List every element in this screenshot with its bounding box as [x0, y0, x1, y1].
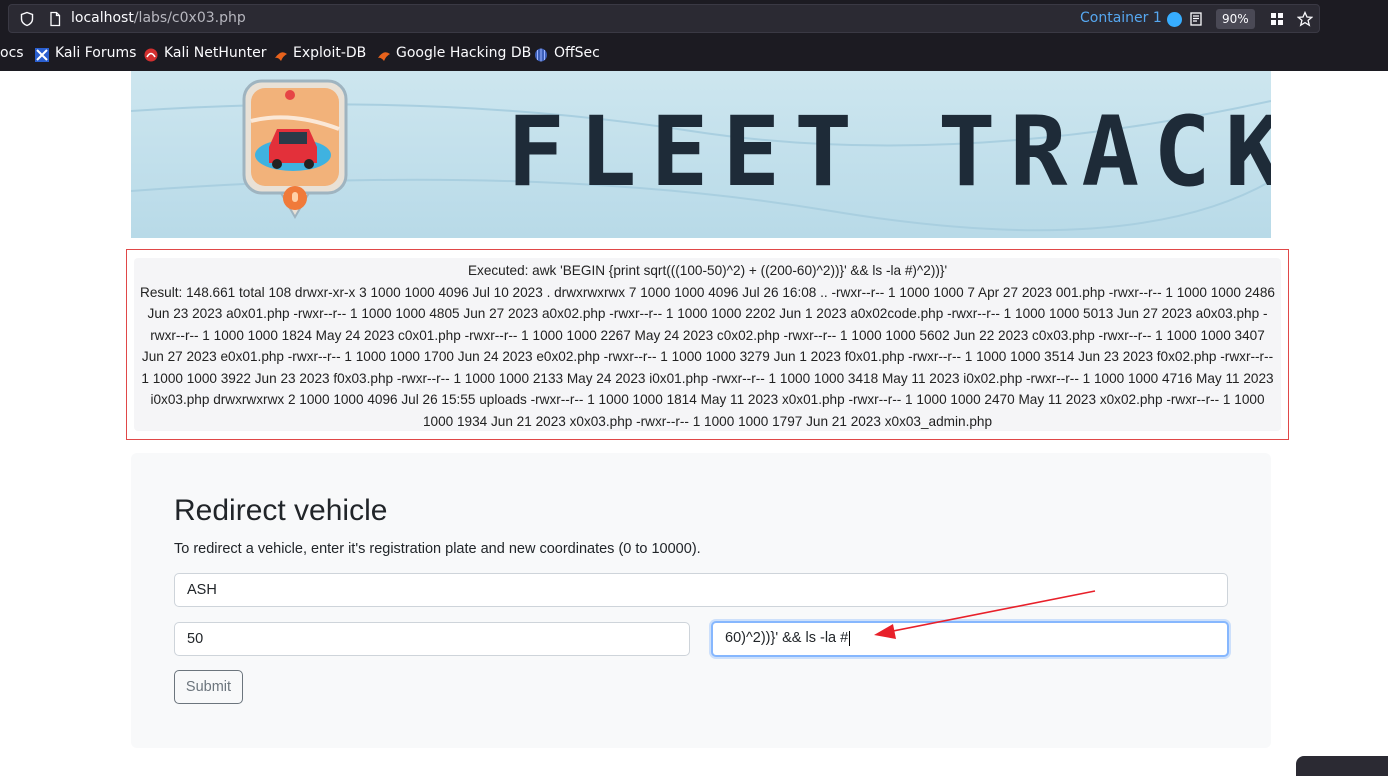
annotation-arrow — [874, 590, 1096, 639]
corner-overlay — [1296, 756, 1388, 776]
